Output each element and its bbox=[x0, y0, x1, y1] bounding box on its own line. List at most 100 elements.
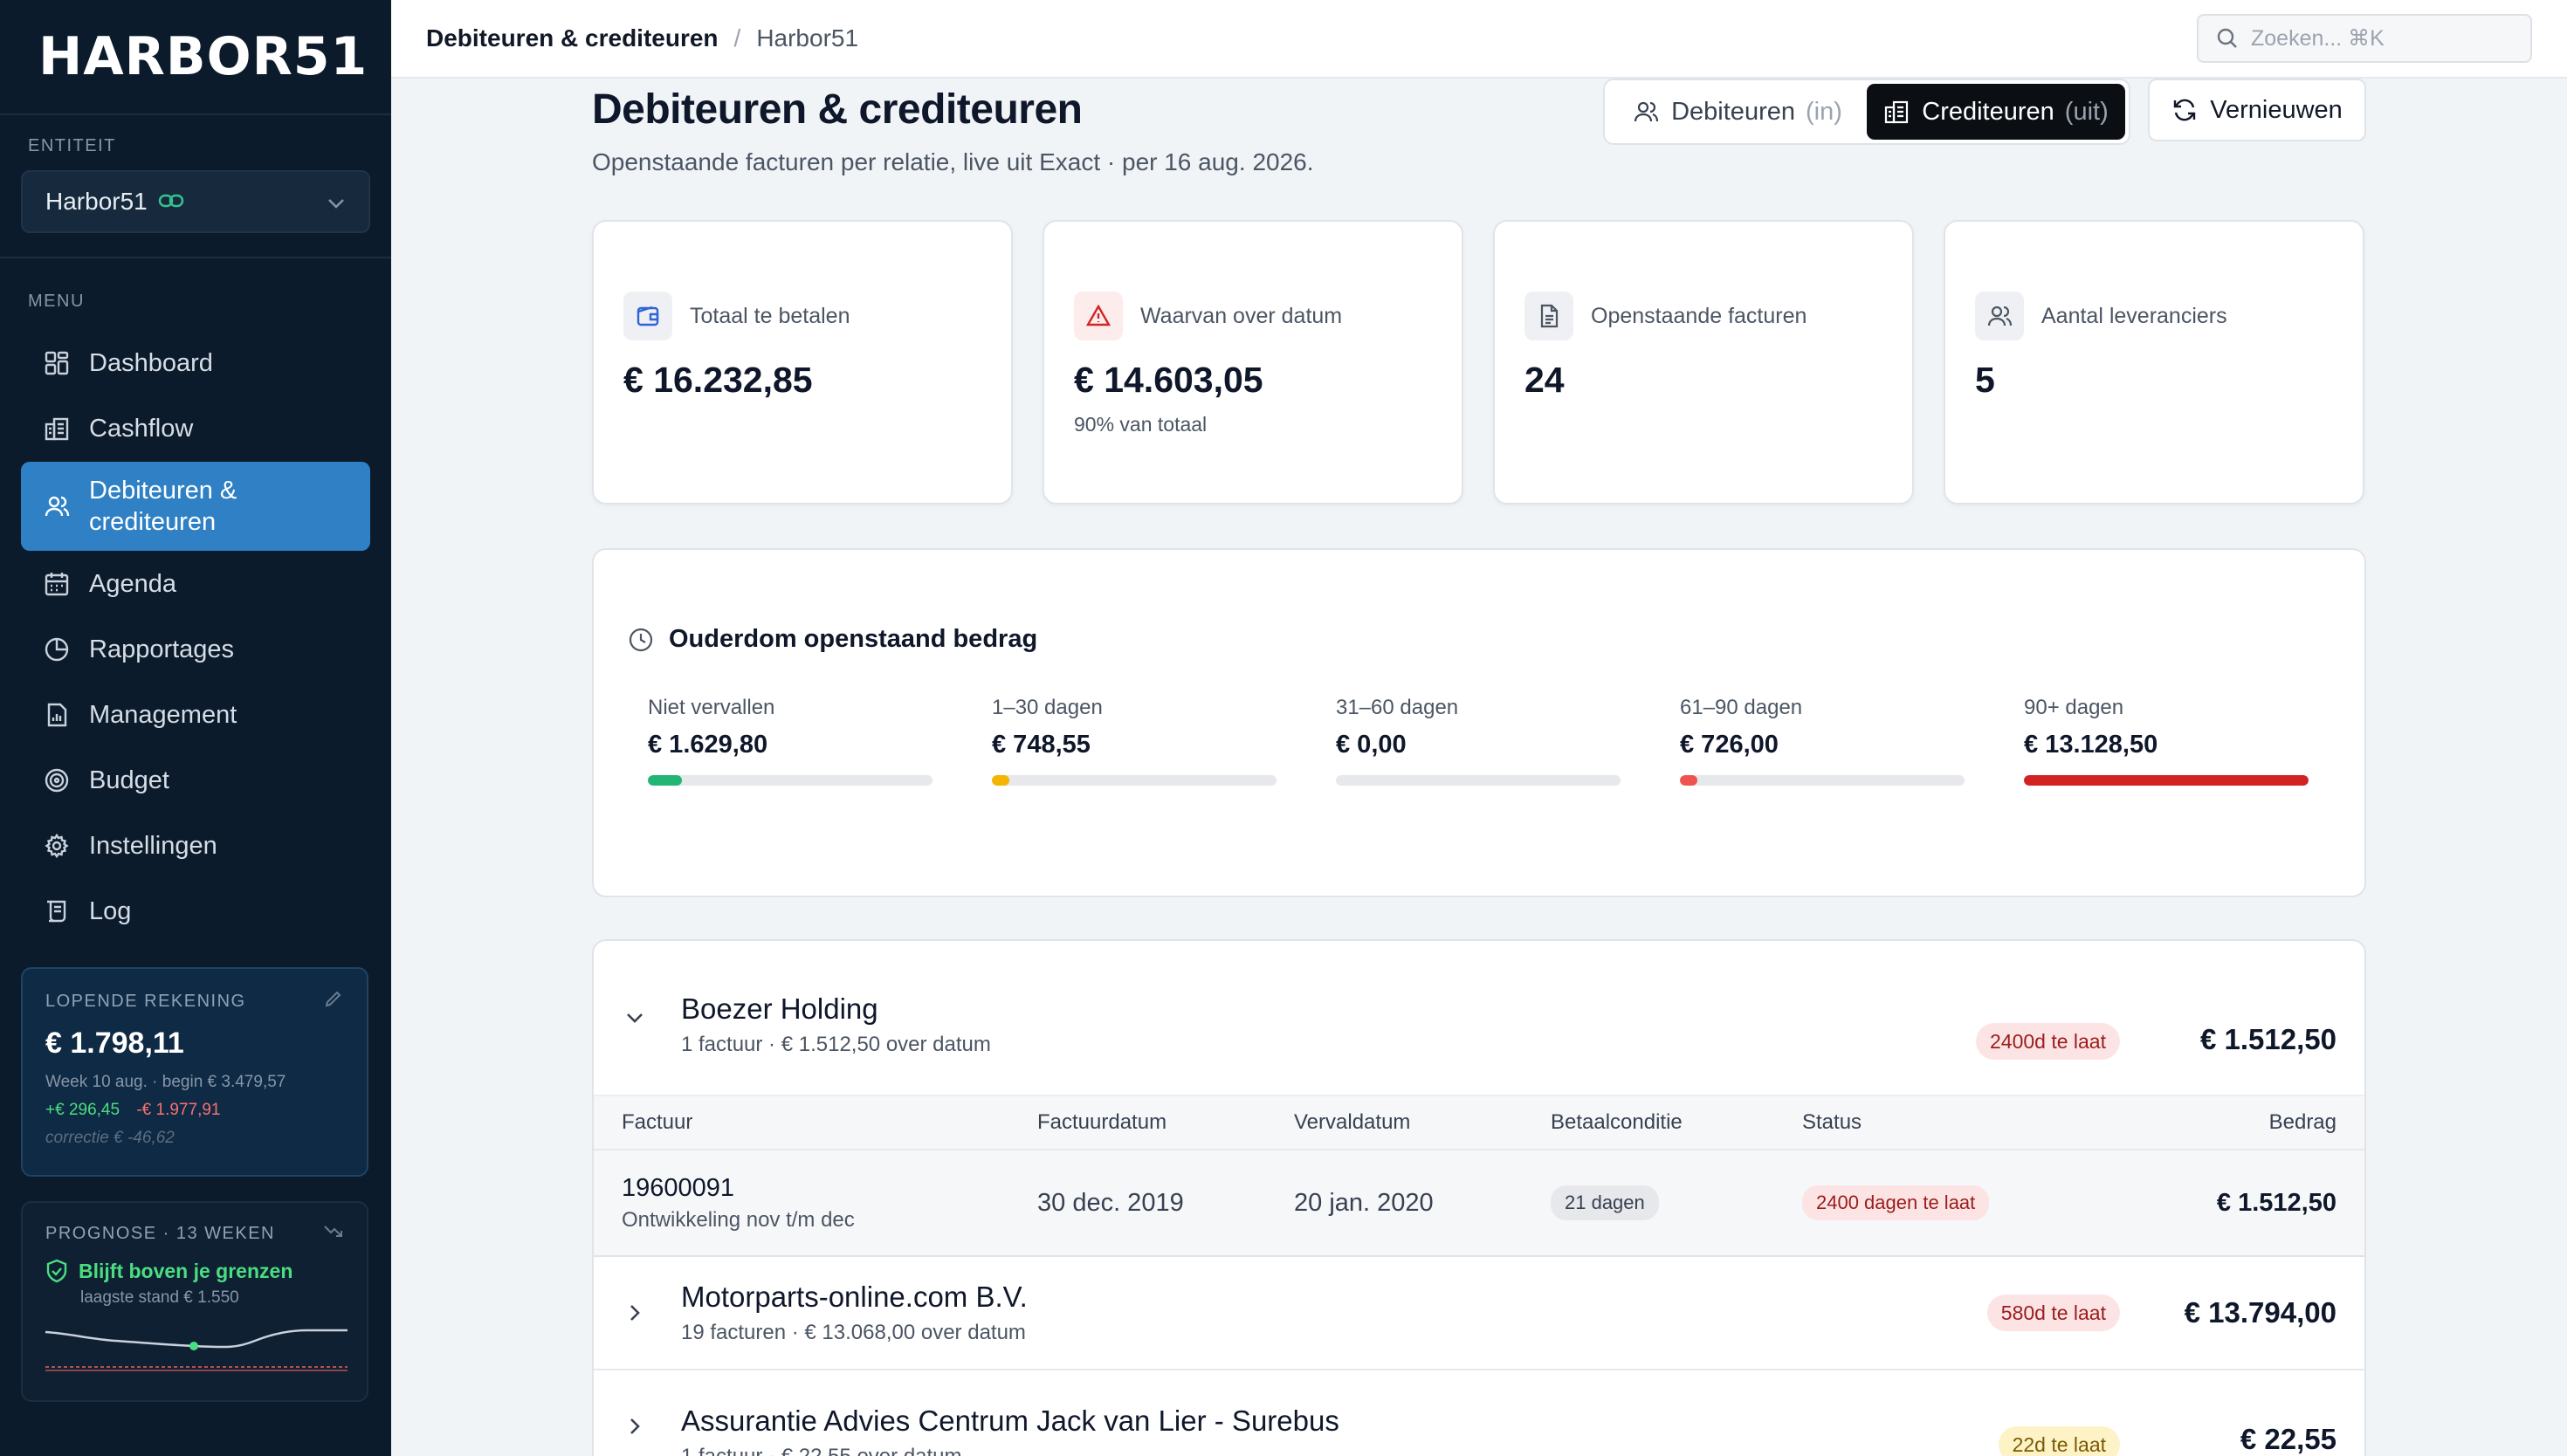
cashflow-icon bbox=[42, 414, 72, 443]
sidebar-item-log[interactable]: Log bbox=[21, 879, 370, 944]
search-input[interactable]: Zoeken... ⌘K bbox=[2197, 14, 2532, 63]
relation-row[interactable]: Boezer Holding 1 factuur · € 1.512,50 ov… bbox=[594, 941, 2364, 1095]
sidebar-item-management[interactable]: Management bbox=[21, 683, 370, 747]
aging-bucket: Niet vervallen € 1.629,80 bbox=[648, 696, 933, 786]
account-card-header: LOPENDE REKENING bbox=[45, 988, 344, 1014]
sidebar-item-label: Management bbox=[89, 700, 237, 729]
relation-name: Motorparts-online.com B.V. bbox=[681, 1281, 1028, 1313]
relation-meta: 19 facturen · € 13.068,00 over datum bbox=[681, 1321, 1026, 1344]
bucket-bar-fill bbox=[992, 775, 1009, 786]
stat-header: Aantal leveranciers bbox=[1975, 292, 2333, 340]
stat-header: Openstaande facturen bbox=[1524, 292, 1882, 340]
col-header-factuurdatum: Factuurdatum bbox=[1037, 1110, 1167, 1134]
search-placeholder: Zoeken... ⌘K bbox=[2251, 26, 2385, 51]
account-balance: € 1.798,11 bbox=[45, 1027, 184, 1060]
col-header-betaalconditie: Betaalconditie bbox=[1551, 1110, 1683, 1134]
account-week: Week 10 aug. · begin € 3.479,57 bbox=[45, 1073, 286, 1091]
refresh-button[interactable]: Vernieuwen bbox=[2148, 79, 2366, 141]
col-header-bedrag: Bedrag bbox=[2268, 1110, 2336, 1134]
app-logo[interactable]: HARBOR51 bbox=[0, 0, 391, 115]
stat-label: Totaal te betalen bbox=[690, 303, 850, 328]
col-header-vervaldatum: Vervaldatum bbox=[1294, 1110, 1411, 1134]
report-icon bbox=[42, 700, 72, 730]
stat-card-open-invoices: Openstaande facturen 24 bbox=[1493, 220, 1914, 505]
breadcrumb-current[interactable]: Debiteuren & crediteuren bbox=[426, 24, 719, 52]
relation-info: Motorparts-online.com B.V. 19 facturen ·… bbox=[681, 1281, 1028, 1345]
invoice-cell: 19600091 Ontwikkeling nov t/m dec bbox=[622, 1174, 1037, 1233]
sidebar-item-budget[interactable]: Budget bbox=[21, 748, 370, 813]
sidebar-item-rapportages[interactable]: Rapportages bbox=[21, 617, 370, 682]
sidebar-item-dashboard[interactable]: Dashboard bbox=[21, 331, 370, 395]
relation-amount: € 13.794,00 bbox=[2184, 1296, 2336, 1329]
refresh-label: Vernieuwen bbox=[2210, 95, 2343, 124]
sidebar-item-debiteuren-crediteuren[interactable]: Debiteuren & crediteuren bbox=[21, 462, 370, 551]
forecast-lowest: laagste stand € 1.550 bbox=[80, 1288, 239, 1307]
toggle-crediteuren-suffix: (uit) bbox=[2064, 97, 2109, 126]
users-icon bbox=[42, 491, 72, 521]
entity-select[interactable]: Harbor51 bbox=[21, 170, 370, 233]
toggle-crediteuren[interactable]: Crediteuren (uit) bbox=[1867, 84, 2125, 140]
overdue-badge: 22d te laat bbox=[1998, 1426, 2120, 1456]
stat-card-total: Totaal te betalen € 16.232,85 bbox=[592, 220, 1013, 505]
sidebar-item-agenda[interactable]: Agenda bbox=[21, 552, 370, 616]
bucket-label: 90+ dagen bbox=[2024, 696, 2124, 719]
forecast-status-text: Blijft boven je grenzen bbox=[79, 1259, 293, 1282]
sidebar-item-instellingen[interactable]: Instellingen bbox=[21, 814, 370, 878]
aging-bucket: 1–30 dagen € 748,55 bbox=[992, 696, 1277, 786]
invoice-amount: € 1.512,50 bbox=[2216, 1188, 2336, 1217]
chevron-right-icon[interactable] bbox=[623, 1415, 650, 1438]
stats-row: Totaal te betalen € 16.232,85 Waarvan ov… bbox=[592, 220, 2364, 505]
status-cell: 2400 dagen te laat bbox=[1802, 1185, 2151, 1220]
menu-label: MENU bbox=[28, 292, 85, 311]
invoice-table-header: Factuur Factuurdatum Vervaldatum Betaalc… bbox=[594, 1096, 2364, 1150]
sidebar: HARBOR51 ENTITEIT Harbor51 MENU Dashboar… bbox=[0, 0, 391, 1456]
aging-title-text: Ouderdom openstaand bedrag bbox=[669, 625, 1038, 653]
relation-row[interactable]: Motorparts-online.com B.V. 19 facturen ·… bbox=[594, 1257, 2364, 1369]
stat-label: Openstaande facturen bbox=[1591, 303, 1807, 328]
stat-card-suppliers: Aantal leveranciers 5 bbox=[1944, 220, 2364, 505]
invoice-date: 30 dec. 2019 bbox=[1037, 1188, 1184, 1217]
stat-label: Waarvan over datum bbox=[1140, 303, 1343, 328]
shield-check-icon bbox=[46, 1259, 67, 1283]
page-title: Debiteuren & crediteuren bbox=[592, 86, 1083, 133]
aging-bucket: 90+ dagen € 13.128,50 bbox=[2024, 696, 2309, 786]
bucket-value: € 0,00 bbox=[1336, 731, 1407, 759]
refresh-icon bbox=[2174, 99, 2196, 121]
account-minus: -€ 1.977,91 bbox=[136, 1101, 221, 1119]
account-label: LOPENDE REKENING bbox=[45, 991, 246, 1011]
toggle-debiteuren-suffix: (in) bbox=[1805, 97, 1842, 126]
trend-down-icon bbox=[323, 1222, 344, 1245]
chevron-right-icon[interactable] bbox=[623, 1301, 650, 1324]
bucket-bar bbox=[1680, 775, 1965, 786]
bucket-label: Niet vervallen bbox=[648, 696, 775, 719]
bucket-bar-fill bbox=[1680, 775, 1697, 786]
breadcrumb-entity[interactable]: Harbor51 bbox=[756, 24, 858, 52]
search-icon bbox=[2217, 28, 2237, 48]
pie-chart-icon bbox=[42, 635, 72, 664]
entity-value: Harbor51 bbox=[45, 188, 148, 215]
bucket-bar bbox=[2024, 775, 2309, 786]
gear-icon bbox=[42, 831, 72, 861]
document-icon bbox=[1524, 292, 1573, 340]
forecast-label: PROGNOSE · 13 WEKEN bbox=[45, 1223, 275, 1243]
entity-label: ENTITEIT bbox=[28, 136, 116, 155]
topbar: Debiteuren & crediteuren / Harbor51 Zoek… bbox=[391, 0, 2567, 79]
bucket-bar-fill bbox=[2024, 775, 2309, 786]
chevron-down-icon[interactable] bbox=[623, 1006, 650, 1029]
account-correction: correctie € -46,62 bbox=[45, 1129, 175, 1147]
clock-icon bbox=[629, 628, 653, 651]
aging-bucket: 31–60 dagen € 0,00 bbox=[1336, 696, 1621, 786]
current-account-card[interactable]: LOPENDE REKENING € 1.798,11 Week 10 aug.… bbox=[21, 967, 368, 1177]
sidebar-item-label: Debiteuren & crediteuren bbox=[89, 477, 237, 536]
forecast-card[interactable]: PROGNOSE · 13 WEKEN Blijft boven je gren… bbox=[21, 1201, 368, 1402]
scroll-icon bbox=[42, 896, 72, 926]
table-row[interactable]: 19600091 Ontwikkeling nov t/m dec 30 dec… bbox=[594, 1150, 2364, 1255]
breadcrumb-separator: / bbox=[733, 24, 741, 52]
stat-header: Totaal te betalen bbox=[623, 292, 981, 340]
pencil-icon[interactable] bbox=[323, 988, 344, 1014]
bucket-value: € 726,00 bbox=[1680, 731, 1779, 759]
relation-row[interactable]: Assurantie Advies Centrum Jack van Lier … bbox=[594, 1370, 2364, 1456]
sidebar-item-cashflow[interactable]: Cashflow bbox=[21, 396, 370, 461]
stat-subtext: 90% van totaal bbox=[1074, 413, 1208, 436]
toggle-debiteuren[interactable]: Debiteuren (in) bbox=[1608, 84, 1867, 140]
